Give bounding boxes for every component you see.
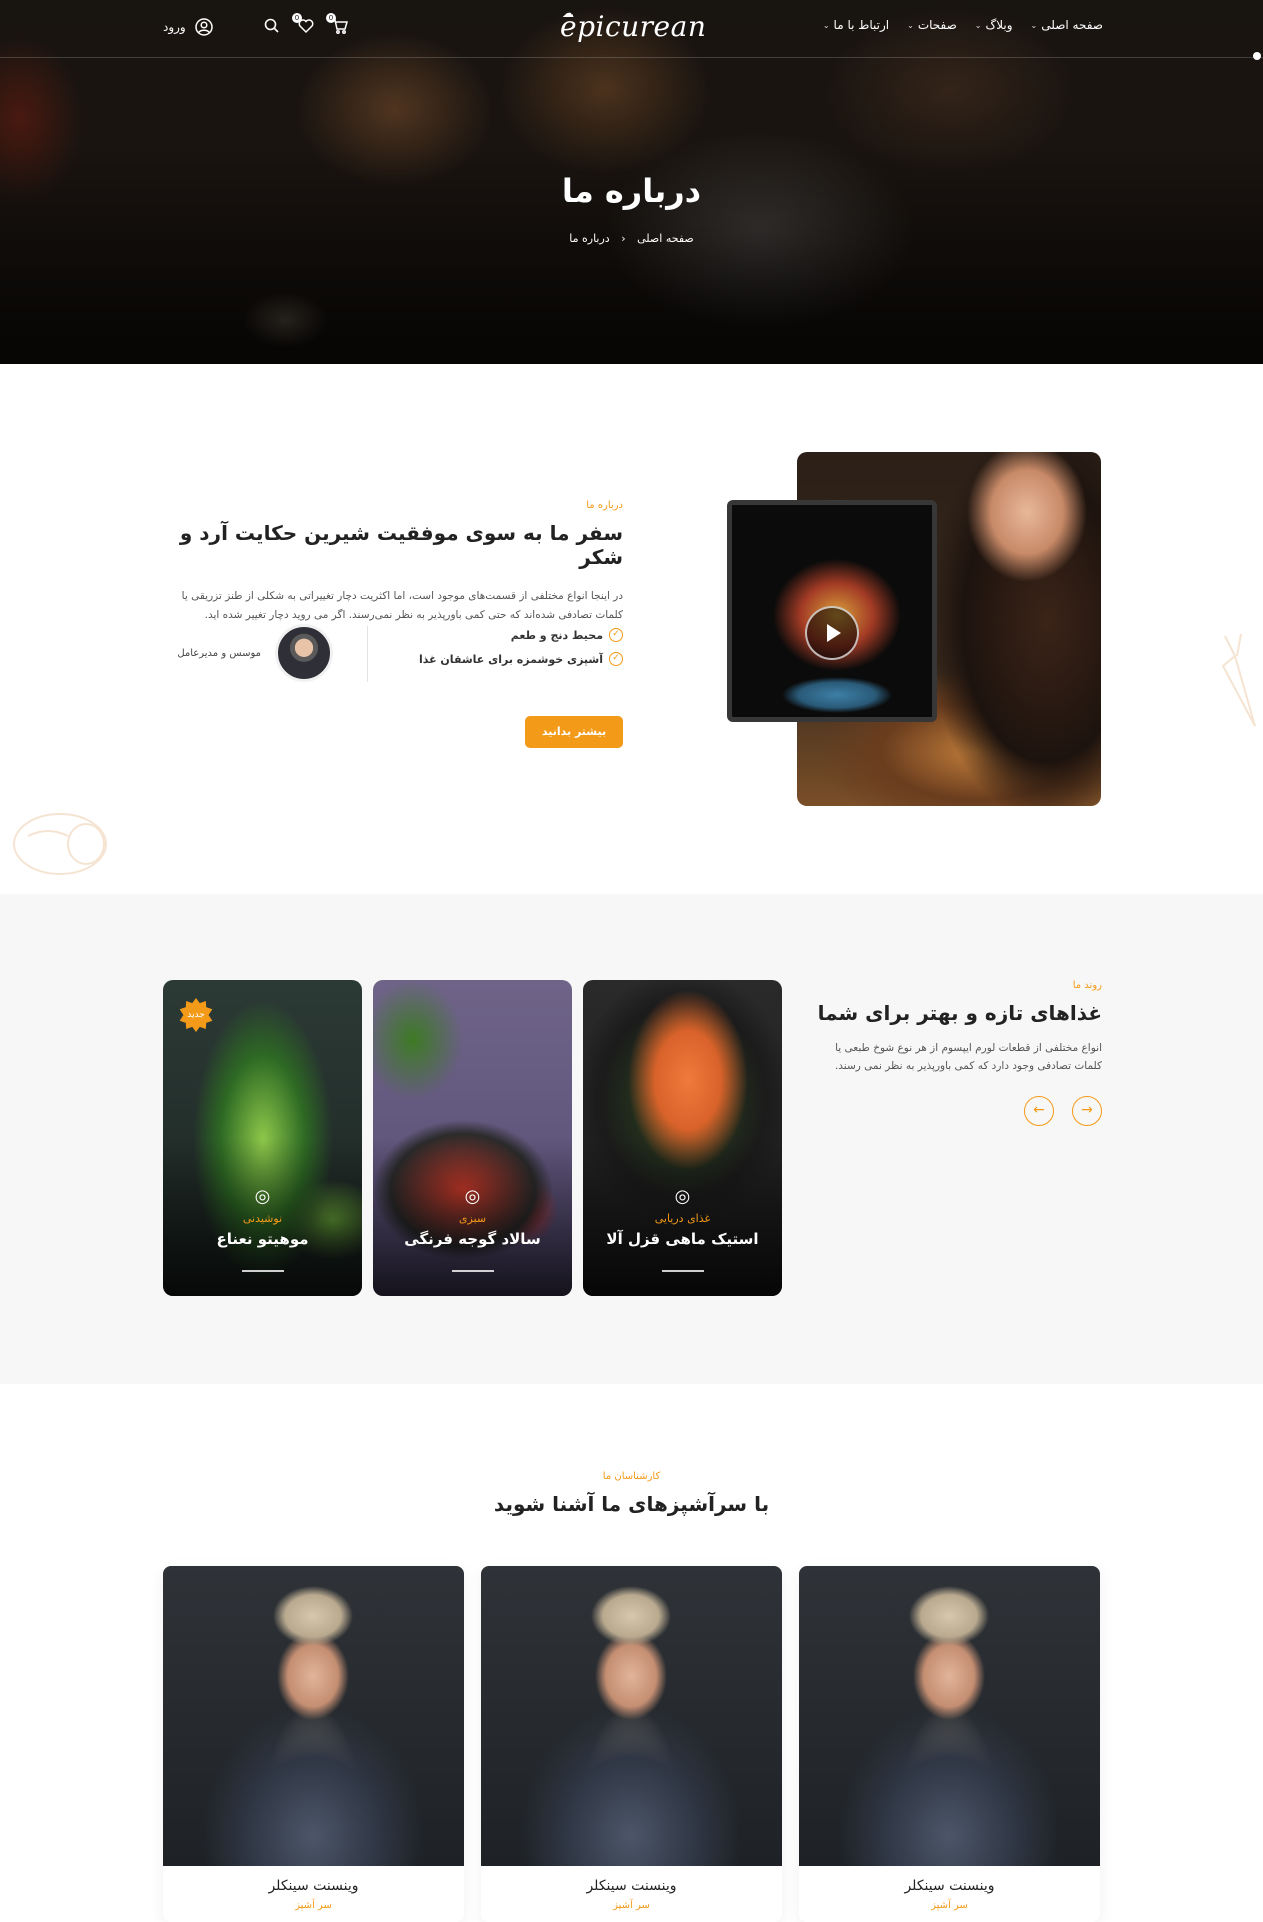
chef-card[interactable]: وینسنت سینکلر سر آشپز — [481, 1566, 782, 1922]
nav-item-home[interactable]: صفحه اصلی ⌄ — [1031, 18, 1103, 32]
chef-role: سر آشپز — [613, 1900, 650, 1911]
breadcrumb-current: درباره ما — [569, 232, 610, 245]
breadcrumb-home[interactable]: صفحه اصلی — [637, 232, 694, 245]
chef-photo — [163, 1566, 464, 1866]
chef-name: وینسنت سینکلر — [904, 1878, 995, 1894]
food-category: نوشیدنی — [242, 1212, 283, 1225]
arrow-right-icon[interactable]: → — [1072, 1096, 1102, 1126]
chevron-down-icon: ⌄ — [907, 20, 914, 30]
founder-avatar — [275, 624, 333, 682]
nav-item-pages[interactable]: صفحات ⌄ — [907, 18, 957, 32]
login-link[interactable]: ورود — [163, 17, 214, 37]
heart-icon[interactable]: 0 — [292, 13, 316, 36]
foods-eyebrow: روند ما — [1072, 980, 1102, 991]
food-category: سبزی — [458, 1212, 487, 1225]
top-navigation: صفحه اصلی ⌄ وبلاگ ⌄ صفحات ⌄ ارتباط با ما… — [0, 0, 1263, 58]
founder-block: موسس و مدیرعامل — [177, 624, 333, 682]
food-card[interactable]: جدید ◎ نوشیدنی موهیتو نعناع — [163, 980, 362, 1296]
login-label: ورود — [163, 20, 186, 34]
food-name: استیک ماهی قزل آلا — [606, 1230, 759, 1248]
chef-photo — [481, 1566, 782, 1866]
feature-item: ✓ آشپزی خوشمزه برای عاشقان غذا — [419, 652, 623, 666]
nav-item-label: وبلاگ — [985, 18, 1013, 32]
feature-label: آشپزی خوشمزه برای عاشقان غذا — [418, 652, 603, 666]
chef-hat-icon: ☁ — [562, 6, 575, 20]
chevron-left-icon: ‹ — [621, 232, 626, 245]
user-icon — [194, 18, 213, 36]
nav-item-label: صفحات — [917, 18, 957, 32]
about-section: درباره ما سفر ما به سوی موفقیت شیرین حکا… — [0, 364, 1263, 894]
wrap-outline-icon — [13, 813, 107, 875]
underline — [242, 1270, 284, 1272]
seafood-icon: ◎ — [674, 1186, 691, 1207]
about-paragraph: در اینجا انواع مختلفی از قسمت‌های موجود … — [181, 590, 623, 621]
foods-paragraph: انواع مختلفی از قطعات لورم ایپسوم از هر … — [834, 1042, 1102, 1072]
chefs-eyebrow: کارشناسان ما — [602, 1471, 661, 1482]
chef-name: وینسنت سینکلر — [268, 1878, 359, 1894]
trending-foods-section: روند ما غذاهای تازه و بهتر برای شما انوا… — [0, 894, 1263, 1384]
food-card[interactable]: ◎ سبزی سالاد گوجه فرنگی — [373, 980, 572, 1296]
nav-item-contact[interactable]: ارتباط با ما ⌄ — [823, 18, 889, 32]
food-name: موهیتو نعناع — [216, 1230, 309, 1248]
carrot-outline-icon — [1221, 633, 1256, 727]
cart-icon[interactable]: 0 — [326, 13, 350, 36]
play-video-button[interactable] — [805, 606, 859, 660]
chevron-down-icon: ⌄ — [822, 20, 830, 30]
founder-title: موسس و مدیرعامل — [177, 647, 261, 659]
nav-item-blog[interactable]: وبلاگ ⌄ — [975, 18, 1013, 32]
chef-card[interactable]: وینسنت سینکلر سر آشپز — [799, 1566, 1100, 1922]
logo-text: epicurean — [560, 10, 707, 43]
chef-name: وینسنت سینکلر — [586, 1878, 677, 1894]
hero-banner: صفحه اصلی ⌄ وبلاگ ⌄ صفحات ⌄ ارتباط با ما… — [0, 0, 1263, 364]
scroll-indicator — [1253, 52, 1261, 60]
play-icon — [827, 624, 841, 642]
about-highlights: ✓ محیط دنج و طعم ✓ آشپزی خوشمزه برای عاش… — [163, 622, 623, 682]
site-logo[interactable]: ☁ epicurean — [560, 6, 706, 43]
check-icon: ✓ — [609, 628, 623, 642]
chef-photo — [799, 1566, 1100, 1866]
chevron-down-icon: ⌄ — [974, 20, 982, 30]
feature-label: محیط دنج و طعم — [510, 628, 603, 642]
food-card[interactable]: ◎ غذای دریایی استیک ماهی قزل آلا — [583, 980, 782, 1296]
chef-role: سر آشپز — [295, 1900, 332, 1911]
about-eyebrow: درباره ما — [586, 500, 623, 511]
drink-icon: ◎ — [254, 1186, 271, 1207]
food-category: غذای دریایی — [654, 1212, 711, 1225]
cart-count: 0 — [326, 13, 336, 23]
wishlist-count: 0 — [292, 13, 302, 23]
check-icon: ✓ — [609, 652, 623, 666]
nav-item-label: صفحه اصلی — [1041, 18, 1103, 32]
divider — [367, 626, 368, 682]
carousel-controls: → ← — [1024, 1096, 1102, 1126]
chef-card[interactable]: وینسنت سینکلر سر آشپز — [163, 1566, 464, 1922]
underline — [662, 1270, 704, 1272]
about-heading: سفر ما به سوی موفقیت شیرین حکایت آرد و ش… — [179, 521, 623, 569]
chevron-down-icon: ⌄ — [1030, 20, 1038, 30]
page-title: درباره ما — [561, 172, 702, 210]
arrow-left-icon[interactable]: ← — [1024, 1096, 1054, 1126]
chef-role: سر آشپز — [931, 1900, 968, 1911]
feature-item: ✓ محیط دنج و طعم — [511, 628, 623, 642]
salad-icon: ◎ — [464, 1186, 481, 1207]
learn-more-button[interactable]: بیشتر بدانید — [525, 716, 623, 748]
chefs-section: کارشناسان ما با سرآشپزهای ما آشنا شوید و… — [0, 1384, 1263, 1922]
underline — [452, 1270, 494, 1272]
search-icon[interactable] — [262, 16, 282, 36]
breadcrumb: صفحه اصلی ‹ درباره ما — [0, 232, 1263, 245]
chefs-heading: با سرآشپزهای ما آشنا شوید — [493, 1492, 770, 1516]
foods-intro: روند ما غذاهای تازه و بهتر برای شما انوا… — [812, 980, 1102, 1075]
header-actions: 0 0 — [262, 13, 350, 36]
about-content: درباره ما سفر ما به سوی موفقیت شیرین حکا… — [163, 500, 623, 625]
food-name: سالاد گوجه فرنگی — [404, 1230, 541, 1248]
nav-item-label: ارتباط با ما — [833, 18, 890, 32]
main-menu: صفحه اصلی ⌄ وبلاگ ⌄ صفحات ⌄ ارتباط با ما… — [823, 18, 1103, 32]
foods-heading: غذاهای تازه و بهتر برای شما — [817, 1001, 1102, 1025]
